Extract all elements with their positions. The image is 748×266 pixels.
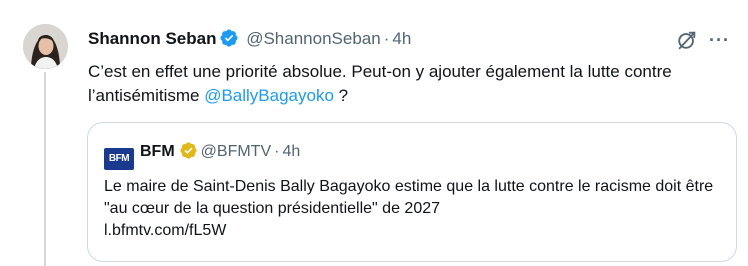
quoted-tweet-text: Le maire de Saint-Denis Bally Bagayoko e… (104, 176, 714, 242)
tweet-text-body: C’est en effet une priorité absolue. Peu… (88, 62, 672, 105)
tweet-header: Shannon Seban @ShannonSeban · 4h (88, 28, 411, 50)
thread-line (44, 72, 46, 266)
bfm-logo[interactable]: BFM (104, 148, 134, 170)
quoted-tweet-link[interactable]: l.bfmtv.com/fL5W (104, 220, 714, 242)
timestamp[interactable]: 4h (392, 29, 411, 48)
tweet-text-end: ? (333, 86, 349, 105)
separator: · (383, 29, 390, 48)
author-name[interactable]: Shannon Seban (88, 29, 216, 48)
avatar[interactable] (23, 24, 68, 69)
tweet[interactable]: Shannon Seban @ShannonSeban · 4h ··· C’est… (0, 0, 748, 266)
quoted-tweet-body: Le maire de Saint-Denis Bally Bagayoko e… (104, 178, 714, 217)
more-options-icon[interactable]: ··· (709, 30, 731, 50)
gold-verified-badge-icon[interactable] (179, 141, 198, 160)
mention-link[interactable]: @BallyBagayoko (204, 86, 334, 105)
quoted-author-name[interactable]: BFM (140, 143, 175, 160)
quoted-author-handle[interactable]: @BFMTV (201, 143, 271, 160)
quoted-separator: · (274, 143, 280, 160)
grok-icon[interactable] (676, 29, 698, 51)
avatar-photo (23, 24, 68, 69)
author-handle[interactable]: @ShannonSeban (246, 29, 380, 48)
quoted-tweet[interactable]: BFM BFM @BFMTV · 4h Le maire de Saint-Denis … (87, 122, 737, 262)
tweet-text: C’est en effet une priorité absolue. Peu… (88, 60, 728, 108)
quoted-timestamp[interactable]: 4h (282, 143, 300, 160)
verified-badge-icon[interactable] (219, 28, 239, 48)
quoted-tweet-header: BFM BFM @BFMTV · 4h (104, 141, 300, 170)
